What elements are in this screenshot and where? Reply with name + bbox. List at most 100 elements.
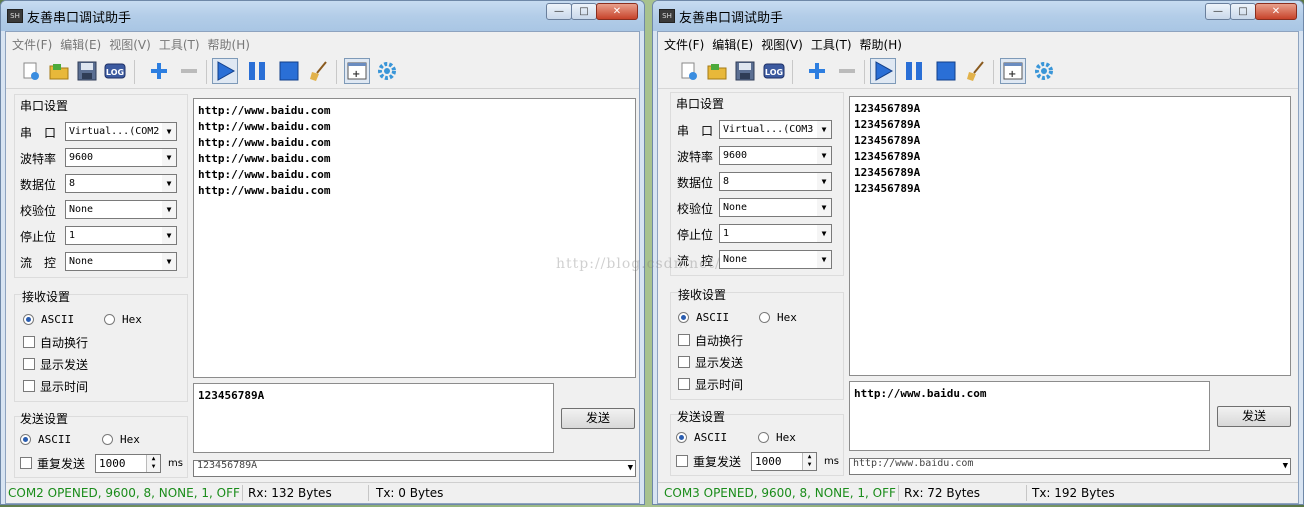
receive-area[interactable]: http://www.baidu.com http://www.baidu.co… [193,98,636,378]
receive-area[interactable]: 123456789A 123456789A 123456789A 1234567… [849,96,1291,376]
baud-select[interactable]: 9600 ▼ [719,146,832,165]
auto-wrap-checkbox[interactable] [678,334,690,346]
show-send-checkbox[interactable] [23,358,35,370]
app-icon: SH [659,9,675,23]
show-time-label: 显示时间 [695,378,744,392]
flow-select[interactable]: None ▼ [719,250,832,269]
minimize-button[interactable]: — [546,3,572,20]
status-bar: COM3 OPENED, 9600, 8, NONE, 1, OFF Rx: 7… [658,482,1298,503]
pause-icon[interactable] [244,58,270,84]
data-bits-select[interactable]: 8 ▼ [719,172,832,191]
recv-hex-radio[interactable] [104,314,115,325]
port-select[interactable]: Virtual...(COM2 ▼ [65,122,177,141]
parity-select[interactable]: None ▼ [65,200,177,219]
send-history-select[interactable]: 123456789A ▼ [193,460,636,477]
recv-ascii-radio[interactable] [678,312,689,323]
menu-view[interactable]: 视图(V) [107,32,157,52]
status-connection: COM3 OPENED, 9600, 8, NONE, 1, OFF [664,486,896,500]
send-ascii-radio[interactable] [676,432,687,443]
flow-select[interactable]: None ▼ [65,252,177,271]
send-ascii-radio[interactable] [20,434,31,445]
broom-icon[interactable] [306,58,332,84]
svg-text:+: + [352,69,360,80]
serial-settings-title: 串口设置 [676,97,725,111]
recv-hex-radio[interactable] [759,312,770,323]
repeat-interval-input[interactable]: 1000 ▲ ▼ [751,452,817,471]
stop-bits-select[interactable]: 1 ▼ [65,226,177,245]
show-send-checkbox[interactable] [678,356,690,368]
play-icon[interactable] [870,58,896,84]
menu-view[interactable]: 视图(V) [759,32,809,52]
add-icon[interactable] [146,58,172,84]
receive-line: http://www.baidu.com [198,120,331,133]
new-icon[interactable] [676,58,702,84]
auto-wrap-label: 自动换行 [40,336,89,350]
send-hex-radio[interactable] [758,432,769,443]
receive-line: 123456789A [854,118,921,131]
save-icon[interactable] [732,58,758,84]
baud-select[interactable]: 9600 ▼ [65,148,177,167]
receive-line: http://www.baidu.com [198,168,331,181]
show-time-checkbox[interactable] [678,378,690,390]
menu-tools[interactable]: 工具(T) [157,32,206,52]
title-bar[interactable]: SH 友善串口调试助手 — □ ✕ [653,1,1303,31]
send-history-select[interactable]: http://www.baidu.com ▼ [849,458,1291,475]
menu-help[interactable]: 帮助(H) [206,32,256,52]
close-button[interactable]: ✕ [1255,3,1297,20]
send-input[interactable]: http://www.baidu.com [849,381,1210,451]
gear-icon[interactable] [1031,58,1057,84]
menu-file[interactable]: 文件(F) [10,32,58,52]
show-time-checkbox[interactable] [23,380,35,392]
menu-file[interactable]: 文件(F) [662,32,710,52]
remove-icon[interactable] [834,58,860,84]
receive-line: 123456789A [854,166,921,179]
repeat-send-checkbox[interactable] [676,455,688,467]
layout-icon[interactable]: + [344,58,370,84]
stop-bits-select[interactable]: 1 ▼ [719,224,832,243]
minimize-button[interactable]: — [1205,3,1231,20]
send-hex-radio[interactable] [102,434,113,445]
gear-icon[interactable] [374,58,400,84]
repeat-send-checkbox[interactable] [20,457,32,469]
layout-icon[interactable]: + [1000,58,1026,84]
port-select[interactable]: Virtual...(COM3 ▼ [719,120,832,139]
menu-edit[interactable]: 编辑(E) [710,32,759,52]
menu-tools[interactable]: 工具(T) [809,32,858,52]
recv-ascii-radio[interactable] [23,314,34,325]
remove-icon[interactable] [176,58,202,84]
send-input-text: http://www.baidu.com [854,387,987,400]
play-icon[interactable] [212,58,238,84]
port-label: 串 口 [677,124,714,138]
stop-icon[interactable] [276,58,302,84]
repeat-interval-input[interactable]: 1000 ▲ ▼ [95,454,161,473]
parity-select[interactable]: None ▼ [719,198,832,217]
menu-edit[interactable]: 编辑(E) [58,32,107,52]
stop-icon[interactable] [933,58,959,84]
show-send-label: 显示发送 [40,358,89,372]
open-folder-icon[interactable] [46,58,72,84]
status-tx: Tx: 192 Bytes [1032,486,1115,500]
send-input[interactable]: 123456789A [193,383,554,453]
maximize-button[interactable]: □ [1230,3,1256,20]
receive-line: 123456789A [854,150,921,163]
title-bar[interactable]: SH 友善串口调试助手 — □ ✕ [1,1,644,31]
send-button[interactable]: 发送 [561,408,635,429]
save-icon[interactable] [74,58,100,84]
maximize-button[interactable]: □ [571,3,597,20]
data-bits-select[interactable]: 8 ▼ [65,174,177,193]
repeat-send-label: 重复发送 [693,455,742,469]
window-com2: SH 友善串口调试助手 — □ ✕ 文件(F) 编辑(E) 视图(V) 工具(T… [0,0,645,505]
broom-icon[interactable] [963,58,989,84]
auto-wrap-checkbox[interactable] [23,336,35,348]
menu-help[interactable]: 帮助(H) [858,32,908,52]
send-button[interactable]: 发送 [1217,406,1291,427]
log-icon[interactable]: LOG [761,58,787,84]
pause-icon[interactable] [901,58,927,84]
send-hex-label: Hex [776,431,796,444]
log-icon[interactable]: LOG [102,58,128,84]
add-icon[interactable] [804,58,830,84]
open-folder-icon[interactable] [704,58,730,84]
close-button[interactable]: ✕ [596,3,638,20]
new-icon[interactable] [18,58,44,84]
ms-label: ms [824,456,839,467]
